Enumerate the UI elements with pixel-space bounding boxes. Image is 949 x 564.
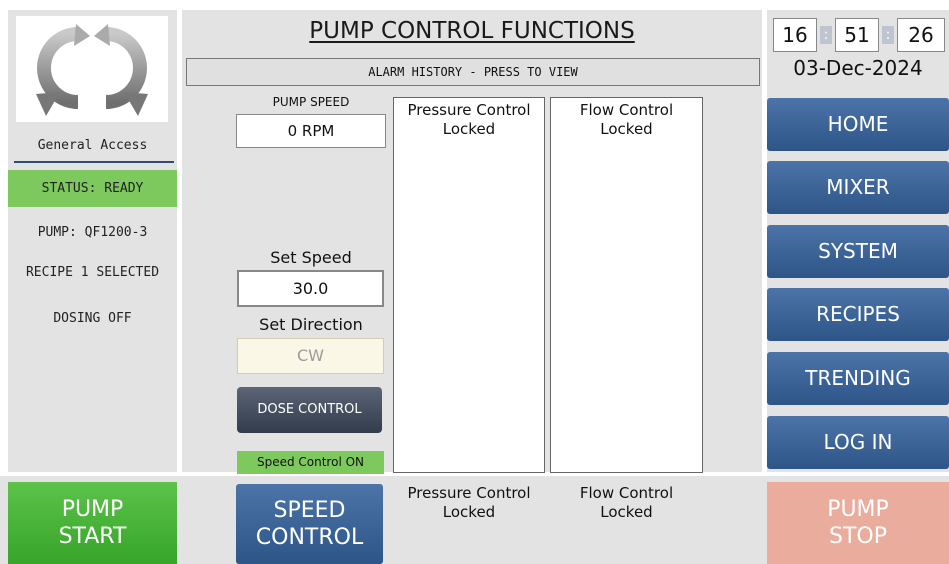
clock-minutes: 51 <box>835 18 879 52</box>
speed-control-label-line2: CONTROL <box>255 525 364 550</box>
alarm-history-button[interactable]: ALARM HISTORY - PRESS TO VIEW <box>186 58 760 86</box>
pump-stop-button[interactable]: PUMP STOP <box>767 482 949 564</box>
page-title: PUMP CONTROL FUNCTIONS <box>309 18 635 44</box>
pump-speed-label: PUMP SPEED <box>272 95 350 109</box>
pump-model: PUMP: QF1200-3 <box>37 225 148 240</box>
clock-separator: : <box>882 26 894 44</box>
set-speed-label: Set Speed <box>270 248 352 267</box>
access-level: General Access <box>37 138 148 153</box>
divider <box>14 161 174 163</box>
flow-control-title: Flow Control <box>579 101 674 119</box>
date-display: 03-Dec-2024 <box>793 56 923 80</box>
pressure-control-panel: Pressure Control Locked <box>393 97 545 473</box>
speed-control-button[interactable]: SPEED CONTROL <box>236 484 383 564</box>
speed-control-label-line1: SPEED <box>273 498 346 523</box>
nav-trending-button[interactable]: TRENDING <box>767 352 949 405</box>
flow-control-title: Flow Control <box>579 484 674 502</box>
nav-recipes-button[interactable]: RECIPES <box>767 288 949 341</box>
pump-start-button[interactable]: PUMP START <box>8 482 177 564</box>
pump-speed-readout: 0 RPM <box>236 114 386 148</box>
nav-login-button[interactable]: LOG IN <box>767 416 949 469</box>
set-speed-input[interactable]: 30.0 <box>237 270 384 307</box>
set-direction-label: Set Direction <box>259 315 363 334</box>
pump-start-label-line1: PUMP <box>61 497 124 522</box>
recipe-status: RECIPE 1 SELECTED <box>25 265 160 280</box>
clock-separator: : <box>820 26 832 44</box>
dosing-status: DOSING OFF <box>53 311 132 326</box>
circular-arrows-logo-icon <box>36 24 148 116</box>
speed-control-status-badge: Speed Control ON <box>237 451 384 474</box>
flow-control-state: Locked <box>600 503 653 521</box>
clock-seconds: 26 <box>897 18 945 52</box>
pump-stop-label-line2: STOP <box>829 524 887 549</box>
dose-control-button[interactable]: DOSE CONTROL <box>237 387 382 433</box>
logo <box>16 16 168 122</box>
nav-system-button[interactable]: SYSTEM <box>767 225 949 278</box>
set-direction-input[interactable]: CW <box>237 338 384 374</box>
clock: 16 : 51 : 26 <box>773 18 945 52</box>
flow-control-status: Flow Control Locked <box>550 484 703 522</box>
pressure-control-title: Pressure Control <box>407 484 531 502</box>
pressure-control-title: Pressure Control <box>407 101 531 119</box>
flow-control-panel: Flow Control Locked <box>550 97 703 473</box>
pressure-control-state: Locked <box>442 120 496 138</box>
pressure-control-status: Pressure Control Locked <box>393 484 545 522</box>
nav-mixer-button[interactable]: MIXER <box>767 161 949 214</box>
clock-hours: 16 <box>773 18 817 52</box>
nav-home-button[interactable]: HOME <box>767 98 949 151</box>
status-badge: STATUS: READY <box>8 170 177 207</box>
flow-control-state: Locked <box>600 120 653 138</box>
pump-start-label-line2: START <box>58 524 127 549</box>
pump-stop-label-line1: PUMP <box>827 497 889 522</box>
pressure-control-state: Locked <box>442 503 496 521</box>
